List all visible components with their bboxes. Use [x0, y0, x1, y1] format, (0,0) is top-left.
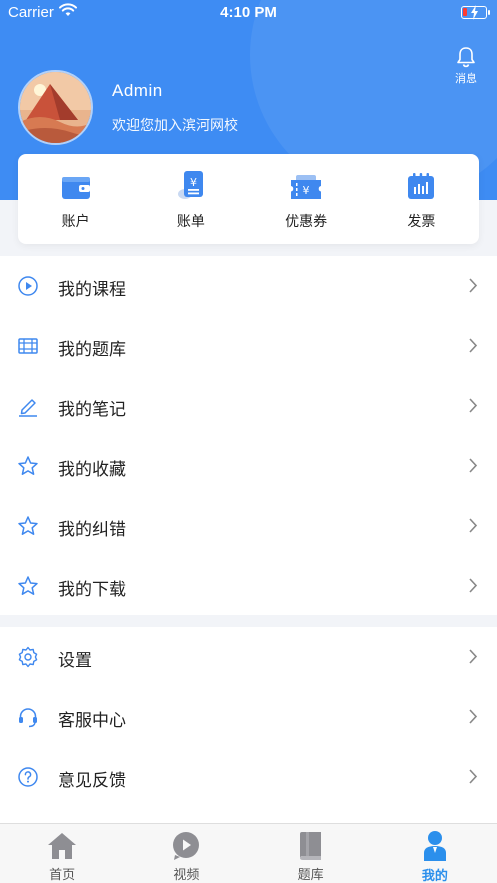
svg-text:¥: ¥: [190, 176, 197, 189]
menu-item-label: 我的课程: [58, 280, 126, 299]
chevron-right-icon: [469, 518, 478, 533]
chevron-right-icon: [469, 649, 478, 664]
account-button[interactable]: 账户: [18, 154, 133, 244]
menu-item-my-favorites[interactable]: 我的收藏: [0, 436, 497, 496]
menu-item-my-courses[interactable]: 我的课程: [0, 256, 497, 316]
message-button[interactable]: 消息: [450, 46, 482, 86]
pencil-icon: [19, 399, 37, 417]
menu-item-label: 客服中心: [58, 711, 126, 730]
invoice-label: 发票: [407, 213, 436, 229]
tab-mine[interactable]: 我的: [373, 824, 497, 883]
bill-label: 账单: [176, 213, 205, 229]
chevron-right-icon: [469, 278, 478, 293]
menu-item-label: 我的收藏: [58, 460, 126, 479]
tab-question-bank[interactable]: 题库: [249, 824, 373, 883]
invoice-icon: [408, 173, 435, 199]
star-icon: [18, 456, 38, 475]
menu-item-label: 我的下载: [58, 580, 126, 599]
menu-item-label: 设置: [58, 651, 92, 670]
menu-item-label: 意见反馈: [58, 771, 126, 790]
tab-label: 题库: [297, 867, 324, 882]
chevron-right-icon: [469, 338, 478, 353]
chevron-right-icon: [469, 458, 478, 473]
menu-item-my-corrections[interactable]: 我的纠错: [0, 496, 497, 556]
star-icon: [18, 576, 38, 595]
welcome-text: 欢迎您加入滨河网校: [112, 117, 238, 133]
chevron-right-icon: [469, 769, 478, 784]
tab-home[interactable]: 首页: [0, 824, 124, 883]
svg-text:¥: ¥: [303, 184, 310, 197]
menu-item-label: 我的笔记: [58, 400, 126, 419]
coupon-label: 优惠券: [285, 213, 328, 229]
menu-item-my-question-bank[interactable]: 我的题库: [0, 316, 497, 376]
menu-item-my-notes[interactable]: 我的笔记: [0, 376, 497, 436]
wallet-icon: [61, 177, 90, 199]
menu-item-feedback[interactable]: 意见反馈: [0, 747, 497, 807]
play-circle-icon: [18, 276, 38, 296]
settings-menu: 设置 客服中心 意见反馈: [0, 627, 497, 823]
user-name: Admin: [112, 81, 163, 100]
tab-label: 首页: [49, 867, 76, 882]
tab-label: 我的: [421, 868, 448, 883]
battery-icon: [461, 5, 490, 20]
question-bank-icon: [18, 338, 38, 354]
account-label: 账户: [61, 213, 90, 229]
home-icon: [48, 833, 77, 859]
chevron-right-icon: [469, 398, 478, 413]
coupon-icon: ¥: [291, 175, 322, 199]
tab-bar: 首页 视频 题库 我的: [0, 823, 497, 883]
bell-icon: [457, 47, 475, 68]
question-circle-icon: [18, 767, 38, 787]
tab-label: 视频: [173, 867, 200, 882]
chevron-right-icon: [469, 709, 478, 724]
gear-icon: [18, 646, 38, 668]
user-icon: [423, 831, 446, 861]
status-time: 4:10 PM: [220, 4, 277, 21]
tab-video[interactable]: 视频: [124, 824, 248, 883]
quick-actions-card: 账户 ¥ 账单 ¥ 优惠券 发票: [18, 154, 479, 244]
headset-icon: [19, 708, 37, 728]
status-bar: Carrier 4:10 PM: [0, 0, 497, 26]
menu-item-label: 我的纠错: [58, 520, 126, 539]
menu-item-settings[interactable]: 设置: [0, 627, 497, 687]
main-menu: 我的课程 我的题库 我的笔记 我的收藏 我的纠错 我的下载: [0, 256, 497, 615]
chevron-right-icon: [469, 578, 478, 593]
message-label: 消息: [455, 73, 477, 85]
avatar[interactable]: [18, 70, 93, 145]
menu-item-label: 我的题库: [58, 340, 126, 359]
bill-button[interactable]: ¥ 账单: [133, 154, 248, 244]
video-icon: [173, 832, 200, 860]
menu-item-customer-service[interactable]: 客服中心: [0, 687, 497, 747]
menu-item-my-downloads[interactable]: 我的下载: [0, 556, 497, 616]
star-icon: [18, 516, 38, 535]
bill-icon: ¥: [177, 171, 203, 199]
invoice-button[interactable]: 发票: [364, 154, 479, 244]
coupon-button[interactable]: ¥ 优惠券: [249, 154, 364, 244]
book-icon: [299, 832, 321, 860]
